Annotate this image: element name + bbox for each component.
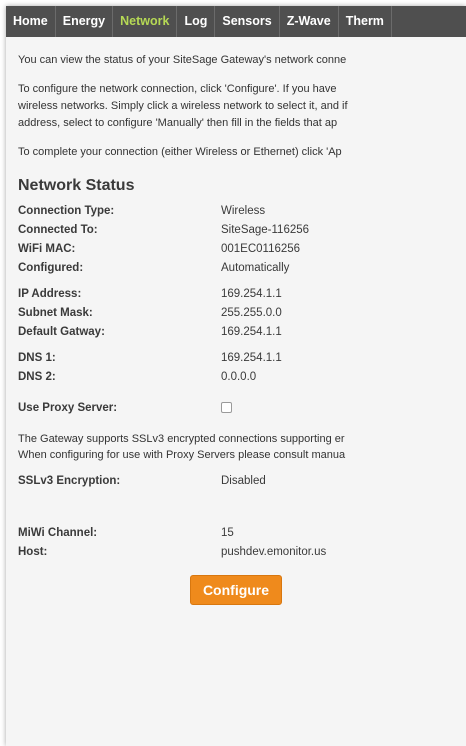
nav-item-energy[interactable]: Energy bbox=[56, 6, 114, 37]
field-label: IP Address: bbox=[18, 287, 82, 300]
intro-configure-line: To configure the network connection, cli… bbox=[18, 83, 337, 95]
intro-status-text: You can view the status of your SiteSage… bbox=[18, 54, 347, 66]
field-label: Host: bbox=[18, 545, 48, 558]
button-container: Configure bbox=[18, 575, 466, 605]
field-label: Connection Type: bbox=[18, 204, 115, 217]
nav-item-network[interactable]: Network bbox=[113, 6, 178, 37]
section-title-network-status: Network Status bbox=[18, 177, 135, 194]
field-value: 15 bbox=[221, 526, 234, 539]
nav-item-thermostat[interactable]: Therm bbox=[339, 6, 392, 37]
nav-item-zwave[interactable]: Z-Wave bbox=[280, 6, 339, 37]
row-dns2: DNS 2: 0.0.0.0 bbox=[18, 367, 466, 386]
row-use-proxy: Use Proxy Server: bbox=[18, 398, 466, 417]
ssl-note-text: The Gateway supports SSLv3 encrypted con… bbox=[18, 431, 466, 463]
field-value: SiteSage-116256 bbox=[221, 223, 310, 236]
intro-apply-text: To complete your connection (either Wire… bbox=[18, 146, 342, 158]
row-connection-type: Connection Type: Wireless bbox=[18, 201, 466, 220]
field-value: 0.0.0.0 bbox=[221, 370, 257, 383]
field-label: WiFi MAC: bbox=[18, 242, 76, 255]
field-value: 169.254.1.1 bbox=[221, 325, 282, 338]
row-default-gateway: Default Gatway: 169.254.1.1 bbox=[18, 322, 466, 341]
intro-configure-line: address, select to configure 'Manually' … bbox=[18, 117, 338, 129]
page-frame: Home Energy Network Log Sensors Z-Wave T… bbox=[6, 6, 466, 746]
row-ssl-encryption: SSLv3 Encryption: Disabled bbox=[18, 471, 466, 490]
field-value: 169.254.1.1 bbox=[221, 351, 282, 364]
field-label: Default Gatway: bbox=[18, 325, 105, 338]
field-label: DNS 2: bbox=[18, 370, 56, 383]
ssl-note-line: The Gateway supports SSLv3 encrypted con… bbox=[18, 433, 345, 445]
intro-configure-line: wireless networks. Simply click a wirele… bbox=[18, 100, 348, 112]
nav-item-log[interactable]: Log bbox=[177, 6, 216, 37]
field-value: pushdev.emonitor.us bbox=[221, 545, 327, 558]
field-value: Automatically bbox=[221, 261, 290, 274]
row-wifi-mac: WiFi MAC: 001EC0116256 bbox=[18, 239, 466, 258]
main-content: You can view the status of your SiteSage… bbox=[6, 52, 466, 605]
ssl-table: SSLv3 Encryption: Disabled MiWi Channel:… bbox=[18, 471, 466, 561]
field-label: Connected To: bbox=[18, 223, 98, 236]
network-status-table: Connection Type: Wireless Connected To: … bbox=[18, 201, 466, 417]
field-label: Use Proxy Server: bbox=[18, 401, 118, 414]
row-subnet-mask: Subnet Mask: 255.255.0.0 bbox=[18, 303, 466, 322]
intro-configure-text: To configure the network connection, cli… bbox=[18, 81, 466, 132]
row-connected-to: Connected To: SiteSage-116256 bbox=[18, 220, 466, 239]
field-value: Disabled bbox=[221, 474, 266, 487]
top-nav: Home Energy Network Log Sensors Z-Wave T… bbox=[6, 6, 466, 37]
use-proxy-checkbox[interactable] bbox=[221, 402, 232, 413]
field-label: Subnet Mask: bbox=[18, 306, 93, 319]
field-value: Wireless bbox=[221, 204, 266, 217]
row-host: Host: pushdev.emonitor.us bbox=[18, 542, 466, 561]
row-configured: Configured: Automatically bbox=[18, 258, 466, 277]
nav-item-sensors[interactable]: Sensors bbox=[215, 6, 280, 37]
field-label: DNS 1: bbox=[18, 351, 56, 364]
field-value: 169.254.1.1 bbox=[221, 287, 282, 300]
ssl-note-line: When configuring for use with Proxy Serv… bbox=[18, 449, 346, 461]
field-label: SSLv3 Encryption: bbox=[18, 474, 121, 487]
field-value: 255.255.0.0 bbox=[221, 306, 282, 319]
row-miwi-channel: MiWi Channel: 15 bbox=[18, 523, 466, 542]
nav-item-home[interactable]: Home bbox=[6, 6, 56, 37]
row-ip-address: IP Address: 169.254.1.1 bbox=[18, 284, 466, 303]
field-label: MiWi Channel: bbox=[18, 526, 98, 539]
row-dns1: DNS 1: 169.254.1.1 bbox=[18, 348, 466, 367]
field-label: Configured: bbox=[18, 261, 84, 274]
field-value: 001EC0116256 bbox=[221, 242, 301, 255]
configure-button[interactable]: Configure bbox=[189, 575, 283, 605]
